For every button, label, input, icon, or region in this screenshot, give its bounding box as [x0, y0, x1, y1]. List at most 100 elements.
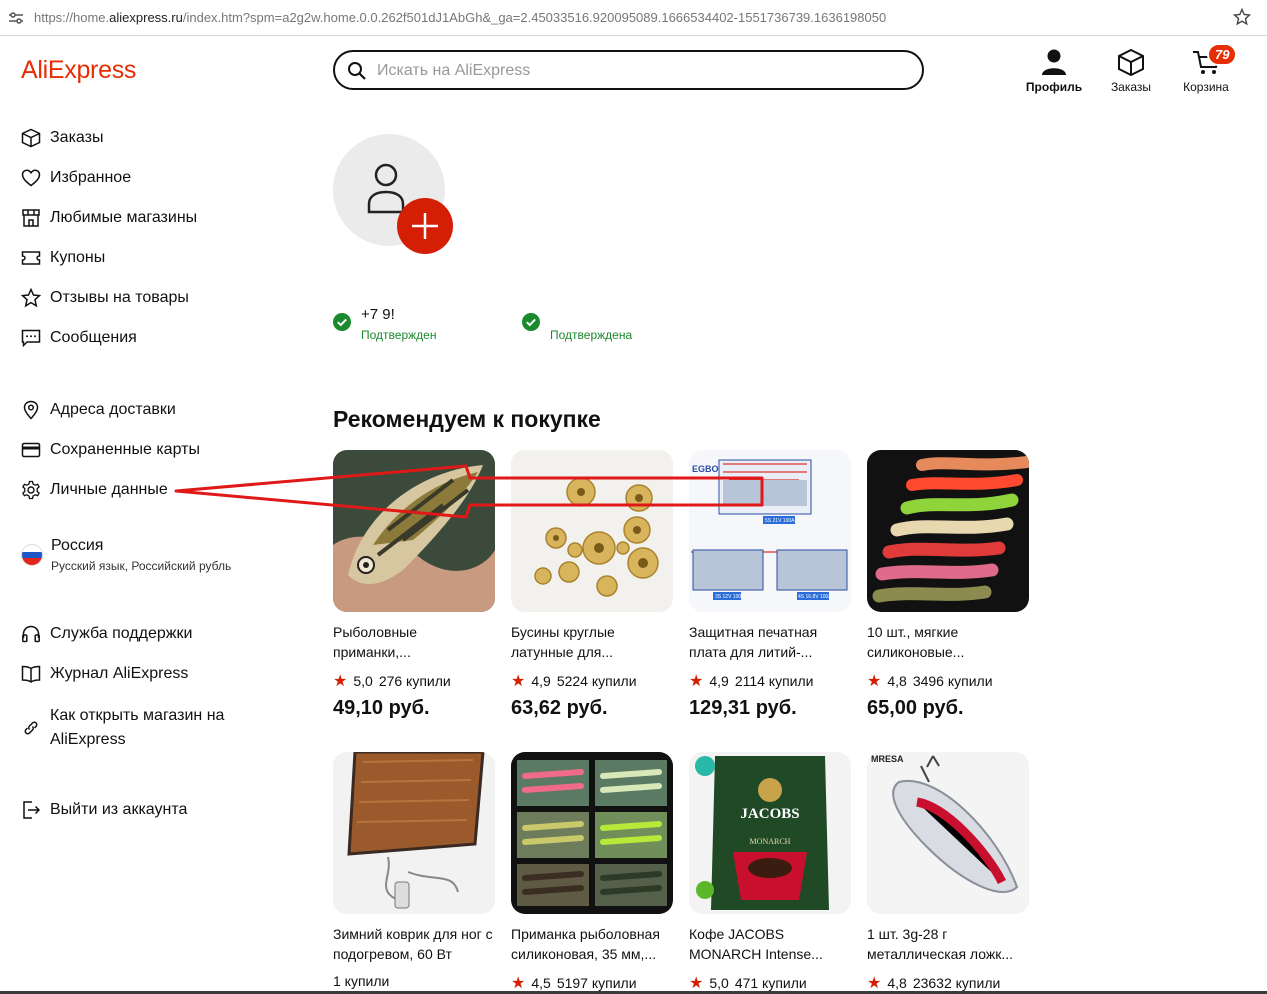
- cart-label: Корзина: [1183, 80, 1229, 94]
- store-icon: [22, 209, 40, 227]
- orders-label: Заказы: [1110, 80, 1152, 94]
- product-sold: 5224 купили: [556, 673, 637, 689]
- phone-status: Подтвержден: [361, 328, 437, 342]
- url-field[interactable]: https://home.aliexpress.ru/index.htm?spm…: [34, 10, 886, 25]
- product-meta: ★ 5,0 276 купили: [333, 671, 495, 691]
- product-meta: ★ 5,0 471 купили: [689, 973, 851, 993]
- plus-icon: [412, 213, 438, 239]
- product-sold: 276 купили: [378, 673, 451, 689]
- product-image-jacobs-coffee[interactable]: JACOBS MONARCH: [689, 752, 851, 914]
- product-name[interactable]: Рыболовные приманки,...: [333, 622, 495, 662]
- product-card[interactable]: Зимний коврик для ног с подогревом, 60 В…: [333, 752, 495, 989]
- product-meta: ★ 4,5 5197 купили: [511, 973, 673, 993]
- sidebar-item-open-store[interactable]: Как открыть магазин на AliExpress: [21, 704, 224, 752]
- sidebar-item-label: Любимые магазины: [50, 209, 198, 226]
- box-icon: [21, 128, 41, 148]
- sidebar-item-messages[interactable]: Сообщения: [21, 328, 137, 348]
- product-name[interactable]: Приманка рыболовная силиконовая, 35 мм,.…: [511, 924, 673, 964]
- search-bar[interactable]: [333, 50, 924, 90]
- product-image-silicone-bait-packs[interactable]: [511, 752, 673, 914]
- rating-star-icon: ★: [867, 673, 882, 690]
- product-image-metal-spoon[interactable]: MRESA: [867, 752, 1029, 914]
- rating-star-icon: ★: [511, 673, 526, 690]
- product-sold: 2114 купили: [734, 673, 814, 689]
- sidebar-item-orders[interactable]: Заказы: [21, 128, 103, 148]
- product-name[interactable]: 10 шт., мягкие силиконовые...: [867, 622, 1029, 662]
- sidebar-item-support[interactable]: Служба поддержки: [21, 624, 192, 644]
- product-sold: 23632 купили: [912, 975, 1001, 991]
- sidebar-item-label: Служба поддержки: [50, 625, 193, 642]
- product-price: 65,00 руб.: [867, 697, 964, 719]
- sidebar-item-label: Отзывы на товары: [50, 289, 189, 306]
- product-name[interactable]: Бусины круглые латунные для...: [511, 622, 673, 662]
- profile-label: Профиль: [1025, 80, 1083, 94]
- product-card[interactable]: JACOBS MONARCH Кофе JACOBS MONARCH Inten…: [689, 752, 851, 993]
- product-price: 129,31 руб.: [689, 697, 797, 719]
- aliexpress-logo[interactable]: AliExpress: [21, 56, 136, 85]
- cart-button[interactable]: 79 Корзина: [1171, 43, 1241, 94]
- sidebar-item-label: Сообщения: [50, 329, 137, 346]
- product-image-fishing-lure[interactable]: [333, 450, 495, 612]
- pcb-label-1: 5S 21V 100A: [765, 518, 795, 524]
- profile-icon: [1042, 49, 1066, 75]
- rating-star-icon: ★: [511, 975, 526, 992]
- sidebar-item-label-line2: AliExpress: [50, 731, 126, 748]
- sidebar-item-coupons[interactable]: Купоны: [21, 248, 105, 268]
- sidebar-item-label: Личные данные: [50, 481, 168, 498]
- pcb-label-3: 4S 16.8V 100A: [798, 594, 832, 600]
- sidebar-item-label: Купоны: [50, 249, 106, 266]
- sidebar-item-favorites[interactable]: Избранное: [21, 168, 131, 188]
- product-card[interactable]: EGBO 5S 21V 100A 3S 12V 100A 4S 16.8V 10…: [689, 450, 851, 720]
- product-name[interactable]: Зимний коврик для ног с подогревом, 60 В…: [333, 924, 495, 964]
- product-rating: 4,9: [531, 673, 551, 689]
- product-image-pcb-board[interactable]: EGBO 5S 21V 100A 3S 12V 100A 4S 16.8V 10…: [689, 450, 851, 612]
- rating-star-icon: ★: [333, 673, 348, 690]
- region-country: Россия: [51, 537, 104, 554]
- sidebar-item-addresses[interactable]: Адреса доставки: [21, 400, 176, 420]
- product-sold: 1 купили: [333, 973, 390, 989]
- sidebar-item-journal[interactable]: Журнал AliExpress: [21, 664, 188, 684]
- product-rating: 4,8: [887, 975, 907, 991]
- product-image-soft-lures[interactable]: [867, 450, 1029, 612]
- orders-button[interactable]: Заказы: [1096, 48, 1166, 94]
- url-rest: /index.htm?spm=a2g2w.home.0.0.262f501dJ1…: [182, 10, 887, 25]
- product-name[interactable]: 1 шт. 3g-28 г металлическая ложк...: [867, 924, 1029, 964]
- product-price: 63,62 руб.: [511, 697, 608, 719]
- product-rating: 4,9: [709, 673, 729, 689]
- product-image-heated-mat[interactable]: [333, 752, 495, 914]
- logout-button[interactable]: Выйти из аккаунта: [21, 800, 187, 820]
- russia-flag-icon: [21, 544, 43, 566]
- phone-number: +7 9!: [361, 306, 395, 323]
- email-status: Подтверждена: [550, 328, 633, 342]
- search-input[interactable]: [375, 59, 909, 83]
- sidebar-item-label: Сохраненные карты: [50, 441, 200, 458]
- product-card[interactable]: MRESA 1 шт. 3g-28 г металлическая ложк..…: [867, 752, 1029, 993]
- link-icon: [24, 721, 38, 735]
- message-icon: [21, 329, 41, 348]
- sidebar-item-personal-data[interactable]: Личные данные: [21, 480, 168, 500]
- product-card[interactable]: Приманка рыболовная силиконовая, 35 мм,.…: [511, 752, 673, 993]
- product-name[interactable]: Кофе JACOBS MONARCH Intense...: [689, 924, 851, 964]
- card-icon: [21, 442, 41, 458]
- check-circle-icon: [522, 313, 540, 331]
- product-image-brass-beads[interactable]: [511, 450, 673, 612]
- cart-count-badge: 79: [1207, 43, 1238, 66]
- product-meta: ★ 4,8 23632 купили: [867, 973, 1029, 993]
- product-card[interactable]: 10 шт., мягкие силиконовые... ★ 4,8 3496…: [867, 450, 1029, 720]
- product-card[interactable]: Бусины круглые латунные для... ★ 4,9 522…: [511, 450, 673, 720]
- site-settings-icon[interactable]: [8, 10, 24, 26]
- add-photo-button[interactable]: [397, 198, 453, 254]
- sidebar-item-label: Адреса доставки: [50, 401, 176, 418]
- product-name[interactable]: Защитная печатная плата для литий-...: [689, 622, 851, 662]
- heart-icon: [21, 169, 41, 187]
- sidebar-item-reviews[interactable]: Отзывы на товары: [21, 288, 189, 308]
- coupon-icon: [21, 251, 41, 265]
- rating-star-icon: ★: [689, 673, 704, 690]
- headphones-icon: [22, 625, 40, 643]
- product-card[interactable]: Рыболовные приманки,... ★ 5,0 276 купили…: [333, 450, 495, 720]
- bookmark-star-icon[interactable]: [1233, 8, 1251, 26]
- sidebar-item-cards[interactable]: Сохраненные карты: [21, 440, 200, 460]
- sidebar-item-stores[interactable]: Любимые магазины: [21, 208, 197, 228]
- book-icon: [21, 665, 41, 683]
- profile-button[interactable]: Профиль: [1019, 48, 1089, 94]
